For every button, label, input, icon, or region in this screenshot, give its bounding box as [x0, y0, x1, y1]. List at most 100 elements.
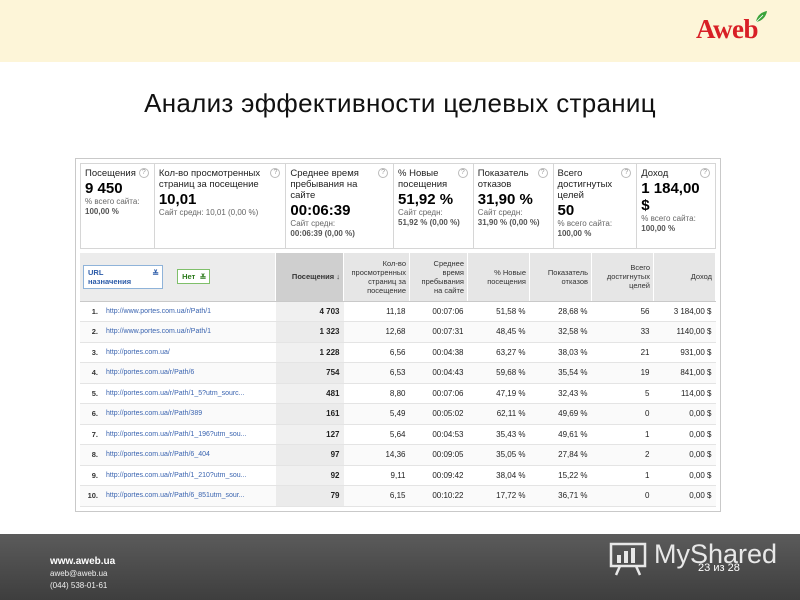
column-header-visits[interactable]: Посещения ↓	[275, 253, 344, 302]
table-row: 4. http://portes.com.ua/r/Path/6 754 6,53 00…	[80, 362, 716, 384]
cell-new: 35,43 %	[467, 424, 530, 445]
cell-goals: 21	[591, 342, 654, 363]
cell-goals: 1	[591, 424, 654, 445]
cell-revenue: 931,00 $	[653, 342, 716, 363]
landing-page-link[interactable]: http://www.portes.com.ua/r/Path/1	[102, 301, 276, 322]
page-current: 23	[698, 562, 711, 574]
cell-revenue: 0,00 $	[653, 465, 716, 486]
cell-bounce: 32,58 %	[529, 321, 592, 343]
summary-metric: Доход 1 184,00 $% всего сайта: 100,00 %?	[637, 164, 715, 248]
help-icon[interactable]: ?	[138, 168, 149, 178]
cell-revenue: 114,00 $	[653, 383, 716, 404]
column-header-goals[interactable]: Всего достигнутых целей	[591, 253, 654, 302]
row-number: 3.	[80, 342, 102, 363]
page-counter: 23 из 28	[698, 562, 740, 574]
cell-visits: 127	[275, 424, 344, 445]
cell-bounce: 49,61 %	[529, 424, 592, 445]
secondary-dimension-select[interactable]: Нет ≚	[177, 269, 211, 285]
primary-dimension-label: URL назначения	[88, 267, 132, 286]
cell-time: 00:07:06	[409, 383, 468, 404]
cell-pages: 5,49	[343, 403, 410, 425]
footer-site-link[interactable]: www.aweb.ua	[50, 556, 115, 568]
landing-page-link[interactable]: http://portes.com.ua/r/Path/1_196?utm_so…	[102, 424, 276, 445]
cell-pages: 8,80	[343, 383, 410, 404]
secondary-dimension-label: Нет	[182, 272, 196, 282]
help-icon[interactable]: ?	[537, 168, 548, 178]
landing-page-link[interactable]: http://portes.com.ua/	[102, 342, 276, 363]
cell-time: 00:04:43	[409, 362, 468, 384]
primary-dimension-select[interactable]: URL назначения ≚	[83, 264, 163, 289]
table-row: 5. http://portes.com.ua/r/Path/1_5?utm_so…	[80, 383, 716, 404]
metric-value: 10,01	[158, 191, 197, 208]
cell-goals: 0	[591, 485, 654, 507]
analytics-report: Посещения 9 450% всего сайта: 100,00 %? Кол…	[75, 158, 721, 512]
cell-pages: 14,36	[343, 444, 410, 466]
cell-new: 17,72 %	[467, 485, 530, 507]
metric-sub: Сайт средн: 10,01 (0,00 %)	[158, 208, 259, 217]
metric-label: Кол-во просмотренных страниц за посещени…	[158, 168, 261, 190]
column-header-revenue[interactable]: Доход	[653, 253, 716, 302]
metric-label: Среднее время пребывания на сайте	[290, 168, 359, 201]
landing-page-link[interactable]: http://www.portes.com.ua/r/Path/1	[102, 321, 276, 343]
metric-sub-detail: 100,00 %	[641, 224, 676, 233]
cell-pages: 5,64	[343, 424, 410, 445]
metric-sub-detail: 100,00 %	[557, 229, 592, 238]
cell-bounce: 15,22 %	[529, 465, 592, 486]
metric-sub: % всего сайта:	[557, 219, 613, 228]
column-header-new[interactable]: % Новые посещения	[467, 253, 530, 302]
row-number: 5.	[80, 383, 102, 404]
landing-page-link[interactable]: http://portes.com.ua/r/Path/6_404	[102, 444, 276, 466]
footer-email[interactable]: aweb@aweb.ua	[50, 568, 115, 580]
metric-value: 51,92 %	[398, 191, 454, 208]
cell-time: 00:07:06	[409, 301, 468, 322]
landing-page-link[interactable]: http://portes.com.ua/r/Path/1_5?utm_sour…	[102, 383, 276, 404]
summary-metric: Всего достигнутых целей 50% всего сайта: 1…	[554, 164, 638, 248]
page-total: 28	[727, 562, 740, 574]
metric-sub: % всего сайта:	[641, 214, 696, 223]
cell-goals: 33	[591, 321, 654, 343]
cell-visits: 4 703	[275, 301, 344, 322]
help-icon[interactable]: ?	[457, 168, 468, 178]
cell-time: 00:09:42	[409, 465, 468, 486]
leaf-icon	[755, 11, 767, 23]
cell-visits: 161	[275, 403, 344, 425]
cell-revenue: 841,00 $	[653, 362, 716, 384]
landing-page-link[interactable]: http://portes.com.ua/r/Path/389	[102, 403, 276, 425]
aweb-logo[interactable]: Aweb	[696, 11, 767, 45]
cell-bounce: 28,68 %	[529, 301, 592, 322]
column-header-time[interactable]: Среднее время пребывания на сайте	[409, 253, 468, 302]
cell-goals: 0	[591, 403, 654, 425]
row-number: 6.	[80, 403, 102, 425]
footer: www.aweb.ua aweb@aweb.ua (044) 538-01-61…	[0, 534, 800, 600]
metric-value: 9 450	[85, 180, 123, 197]
summary-metric: % Новые посещения 51,92 % Сайт средн: 51,92…	[394, 164, 474, 248]
cell-bounce: 35,54 %	[529, 362, 592, 384]
cell-bounce: 32,43 %	[529, 383, 592, 404]
cell-visits: 92	[275, 465, 344, 486]
column-header-bounce[interactable]: Показатель отказов	[529, 253, 592, 302]
cell-time: 00:09:05	[409, 444, 468, 466]
summary-metric: Кол-во просмотренных страниц за посещени…	[155, 164, 287, 248]
dimension-filter-cell: URL назначения ≚ Нет ≚	[80, 253, 276, 302]
help-icon[interactable]: ?	[378, 168, 389, 178]
footer-phone: (044) 538-01-61	[50, 581, 108, 590]
summary-metric: Среднее время пребывания на сайте 00:06:3…	[286, 164, 395, 248]
cell-goals: 5	[591, 383, 654, 404]
metric-sub: Сайт средн:	[477, 208, 523, 217]
landing-page-link[interactable]: http://portes.com.ua/r/Path/6	[102, 362, 276, 384]
help-icon[interactable]: ?	[700, 168, 711, 178]
landing-page-link[interactable]: http://portes.com.ua/r/Path/6_851utm_sou…	[102, 485, 276, 507]
landing-page-link[interactable]: http://portes.com.ua/r/Path/1_210?utm_so…	[102, 465, 276, 486]
metric-value: 00:06:39	[290, 202, 351, 219]
chevron-down-icon: ≚	[152, 268, 159, 278]
cell-pages: 6,53	[343, 362, 410, 384]
metric-sub-detail: 00:06:39 (0,00 %)	[290, 229, 355, 238]
cell-visits: 754	[275, 362, 344, 384]
row-number: 4.	[80, 362, 102, 384]
row-number: 10.	[80, 485, 102, 507]
cell-revenue: 0,00 $	[653, 485, 716, 507]
cell-new: 59,68 %	[467, 362, 530, 384]
cell-pages: 6,56	[343, 342, 410, 363]
cell-new: 35,05 %	[467, 444, 530, 466]
column-header-pages[interactable]: Кол-во просмотренных страниц за посещени…	[343, 253, 410, 302]
